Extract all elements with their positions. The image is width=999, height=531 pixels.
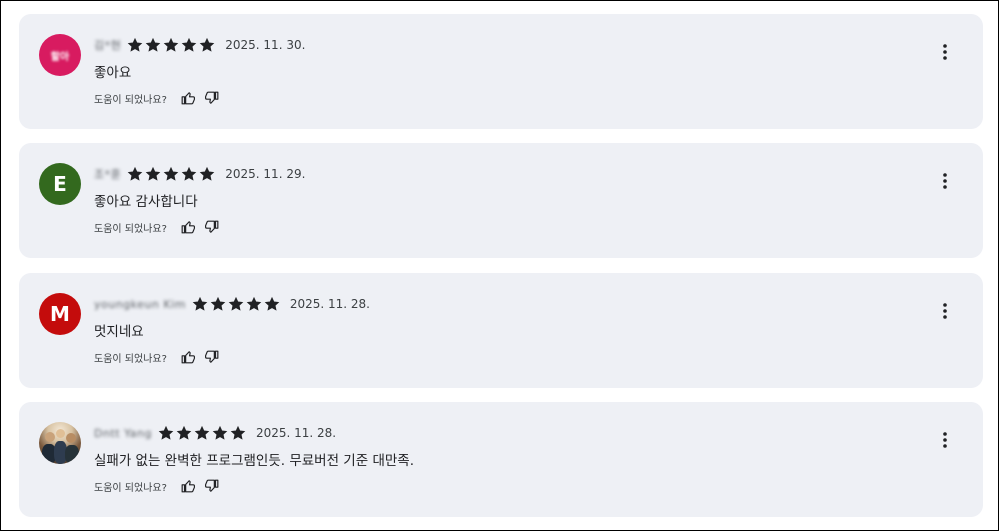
helpful-row: 도움이 되었나요? xyxy=(94,89,221,107)
review-header: youngkeun Kim 2025. 11. 28. xyxy=(94,295,370,313)
review-header: 김*현 2025. 11. 30. xyxy=(94,36,305,54)
thumbs-up-icon[interactable] xyxy=(179,89,197,107)
reviewer-name: youngkeun Kim xyxy=(94,297,186,311)
star-icon xyxy=(145,166,161,181)
review-text: 멋지네요 xyxy=(94,324,144,340)
avatar-letter: M xyxy=(50,302,70,326)
star-icon xyxy=(264,296,280,311)
avatar-label: 할아 xyxy=(50,51,70,63)
review-text: 좋아요 감사합니다 xyxy=(94,194,198,210)
review-text: 좋아요 xyxy=(94,65,132,81)
star-icon xyxy=(181,166,197,181)
helpful-label: 도움이 되었나요? xyxy=(94,482,167,494)
star-rating xyxy=(192,296,282,312)
reviews-panel: 할아 김*현 2025. 11. 30. 좋아요 도움이 되었나요? E 조*훈 xyxy=(0,0,999,531)
helpful-row: 도움이 되었나요? xyxy=(94,218,221,236)
reviewer-name: 조*훈 xyxy=(94,168,122,181)
more-vert-icon[interactable] xyxy=(935,42,955,62)
review-header: 조*훈 2025. 11. 29. xyxy=(94,165,305,183)
star-icon xyxy=(192,296,208,311)
review-header: Dntt Yang 2025. 11. 28. xyxy=(94,424,336,442)
thumbs-down-icon[interactable] xyxy=(203,218,221,236)
thumbs-up-icon[interactable] xyxy=(179,218,197,236)
more-vert-icon[interactable] xyxy=(935,171,955,191)
star-icon xyxy=(199,37,215,52)
star-icon xyxy=(145,37,161,52)
review-card: M youngkeun Kim 2025. 11. 28. 멋지네요 도움이 되… xyxy=(19,273,983,388)
review-card: Dntt Yang 2025. 11. 28. 실패가 없는 완벽한 프로그램인… xyxy=(19,402,983,517)
review-text: 실패가 없는 완벽한 프로그램인듯. 무료버전 기준 대만족. xyxy=(94,453,414,469)
helpful-row: 도움이 되었나요? xyxy=(94,348,221,366)
review-card: 할아 김*현 2025. 11. 30. 좋아요 도움이 되었나요? xyxy=(19,14,983,129)
avatar xyxy=(39,422,81,464)
reviewer-name: 김*현 xyxy=(94,39,122,52)
star-icon xyxy=(127,166,143,181)
star-icon xyxy=(163,37,179,52)
thumbs-up-icon[interactable] xyxy=(179,477,197,495)
star-icon xyxy=(212,425,228,440)
more-vert-icon[interactable] xyxy=(935,430,955,450)
avatar: M xyxy=(39,293,81,335)
star-icon xyxy=(230,425,246,440)
review-date: 2025. 11. 30. xyxy=(225,38,306,52)
review-date: 2025. 11. 28. xyxy=(289,297,370,311)
star-icon xyxy=(163,166,179,181)
avatar-photo xyxy=(39,422,81,464)
star-icon xyxy=(194,425,210,440)
avatar: 할아 xyxy=(39,34,81,76)
review-date: 2025. 11. 28. xyxy=(255,426,337,440)
star-icon xyxy=(127,37,143,52)
helpful-label: 도움이 되었나요? xyxy=(94,223,167,235)
thumbs-down-icon[interactable] xyxy=(203,477,221,495)
avatar: E xyxy=(39,163,81,205)
helpful-label: 도움이 되었나요? xyxy=(94,94,167,106)
star-icon xyxy=(199,166,215,181)
review-date: 2025. 11. 29. xyxy=(225,167,306,181)
star-icon xyxy=(158,425,174,440)
thumbs-down-icon[interactable] xyxy=(203,89,221,107)
star-rating xyxy=(127,37,217,53)
star-icon xyxy=(210,296,226,311)
star-icon xyxy=(181,37,197,52)
more-vert-icon[interactable] xyxy=(935,301,955,321)
review-card: E 조*훈 2025. 11. 29. 좋아요 감사합니다 도움이 되었나요? xyxy=(19,143,983,258)
helpful-label: 도움이 되었나요? xyxy=(94,353,167,365)
avatar-letter: E xyxy=(53,172,67,196)
star-icon xyxy=(176,425,192,440)
reviewer-name: Dntt Yang xyxy=(94,426,152,440)
star-icon xyxy=(246,296,262,311)
star-icon xyxy=(228,296,244,311)
star-rating xyxy=(127,166,217,182)
thumbs-up-icon[interactable] xyxy=(179,348,197,366)
helpful-row: 도움이 되었나요? xyxy=(94,477,221,495)
thumbs-down-icon[interactable] xyxy=(203,348,221,366)
star-rating xyxy=(158,425,248,441)
